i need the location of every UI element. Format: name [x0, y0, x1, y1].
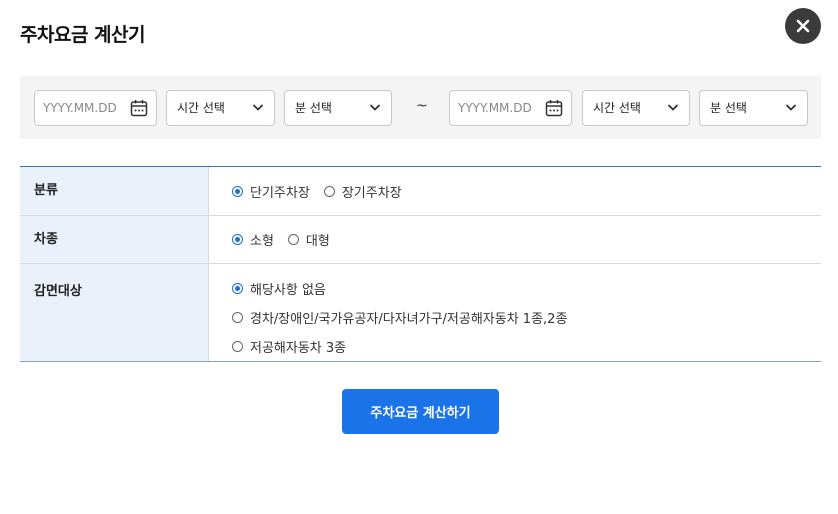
end-date-field[interactable] [449, 90, 572, 126]
radio-checked-icon [232, 234, 243, 245]
radio-checked-icon [232, 283, 243, 294]
discount-option-line: 경차/장애인/국가유공자/다자녀가구/저공해자동차 1종,2종 [232, 303, 821, 332]
radio-unchecked-icon [232, 312, 243, 323]
discount-label: 감면대상 [20, 264, 209, 361]
calendar-icon[interactable] [545, 99, 563, 117]
radio-short-term-parking[interactable]: 단기주차장 [232, 182, 310, 201]
radio-discount-compact-disabled-merit[interactable]: 경차/장애인/국가유공자/다자녀가구/저공해자동차 1종,2종 [232, 308, 567, 327]
discount-option-line: 저공해자동차 3종 [232, 332, 821, 361]
discount-options: 해당사항 없음 경차/장애인/국가유공자/다자녀가구/저공해자동차 1종,2종 … [209, 264, 821, 361]
radio-label: 대형 [305, 234, 330, 249]
category-row: 분류 단기주차장 장기주차장 [20, 167, 821, 216]
radio-label: 단기주차장 [250, 185, 310, 201]
radio-label: 저공해자동차 3종 [250, 341, 347, 356]
radio-unchecked-icon [287, 234, 299, 245]
start-minute-select-value: 분 선택 [295, 101, 332, 115]
end-minute-select[interactable]: 분 선택 [699, 90, 808, 126]
category-options: 단기주차장 장기주차장 [209, 167, 821, 215]
radio-label: 경차/장애인/국가유공자/다자녀가구/저공해자동차 1종,2종 [250, 312, 568, 327]
start-date-input[interactable] [43, 91, 129, 125]
period-separator: ~ [416, 98, 428, 114]
end-minute-select-value: 분 선택 [710, 101, 747, 115]
start-hour-select[interactable]: 시간 선택 [166, 90, 275, 126]
radio-discount-none[interactable]: 해당사항 없음 [232, 279, 326, 298]
chevron-down-icon [785, 104, 797, 111]
radio-unchecked-icon [232, 341, 243, 352]
fee-options-table: 분류 단기주차장 장기주차장 차종 소형 대형 감면대상 해당사항 없음 경차/… [20, 166, 821, 362]
start-minute-select[interactable]: 분 선택 [284, 90, 392, 126]
calendar-icon[interactable] [130, 99, 148, 117]
vehicle-type-label: 차종 [20, 216, 209, 263]
close-icon [796, 19, 810, 33]
end-hour-select-value: 시간 선택 [593, 101, 641, 115]
radio-discount-low-emission-3[interactable]: 저공해자동차 3종 [232, 337, 346, 356]
radio-checked-icon [232, 185, 243, 197]
radio-label: 장기주차장 [341, 185, 402, 201]
chevron-down-icon [252, 104, 264, 111]
radio-label: 소형 [250, 234, 274, 249]
period-filter-bar: 시간 선택 분 선택 ~ 시간 선택 분 선택 [20, 76, 821, 139]
calculate-fee-button[interactable]: 주차요금 계산하기 [342, 389, 499, 434]
category-label: 분류 [20, 167, 209, 215]
discount-option-line: 해당사항 없음 [232, 274, 821, 303]
end-hour-select[interactable]: 시간 선택 [582, 90, 690, 126]
start-date-field[interactable] [34, 90, 157, 126]
radio-long-term-parking[interactable]: 장기주차장 [323, 182, 402, 201]
end-date-input[interactable] [458, 91, 544, 125]
radio-large-vehicle[interactable]: 대형 [287, 230, 330, 249]
start-hour-select-value: 시간 선택 [177, 101, 225, 115]
vehicle-type-row: 차종 소형 대형 [20, 216, 821, 264]
close-button[interactable] [785, 8, 821, 44]
radio-label: 해당사항 없음 [250, 283, 326, 298]
radio-small-vehicle[interactable]: 소형 [232, 230, 274, 249]
dialog-title: 주차요금 계산기 [20, 24, 145, 46]
chevron-down-icon [369, 104, 381, 111]
discount-row: 감면대상 해당사항 없음 경차/장애인/국가유공자/다자녀가구/저공해자동차 1… [20, 264, 821, 361]
vehicle-type-options: 소형 대형 [209, 216, 821, 263]
chevron-down-icon [667, 104, 679, 111]
radio-unchecked-icon [323, 185, 335, 197]
